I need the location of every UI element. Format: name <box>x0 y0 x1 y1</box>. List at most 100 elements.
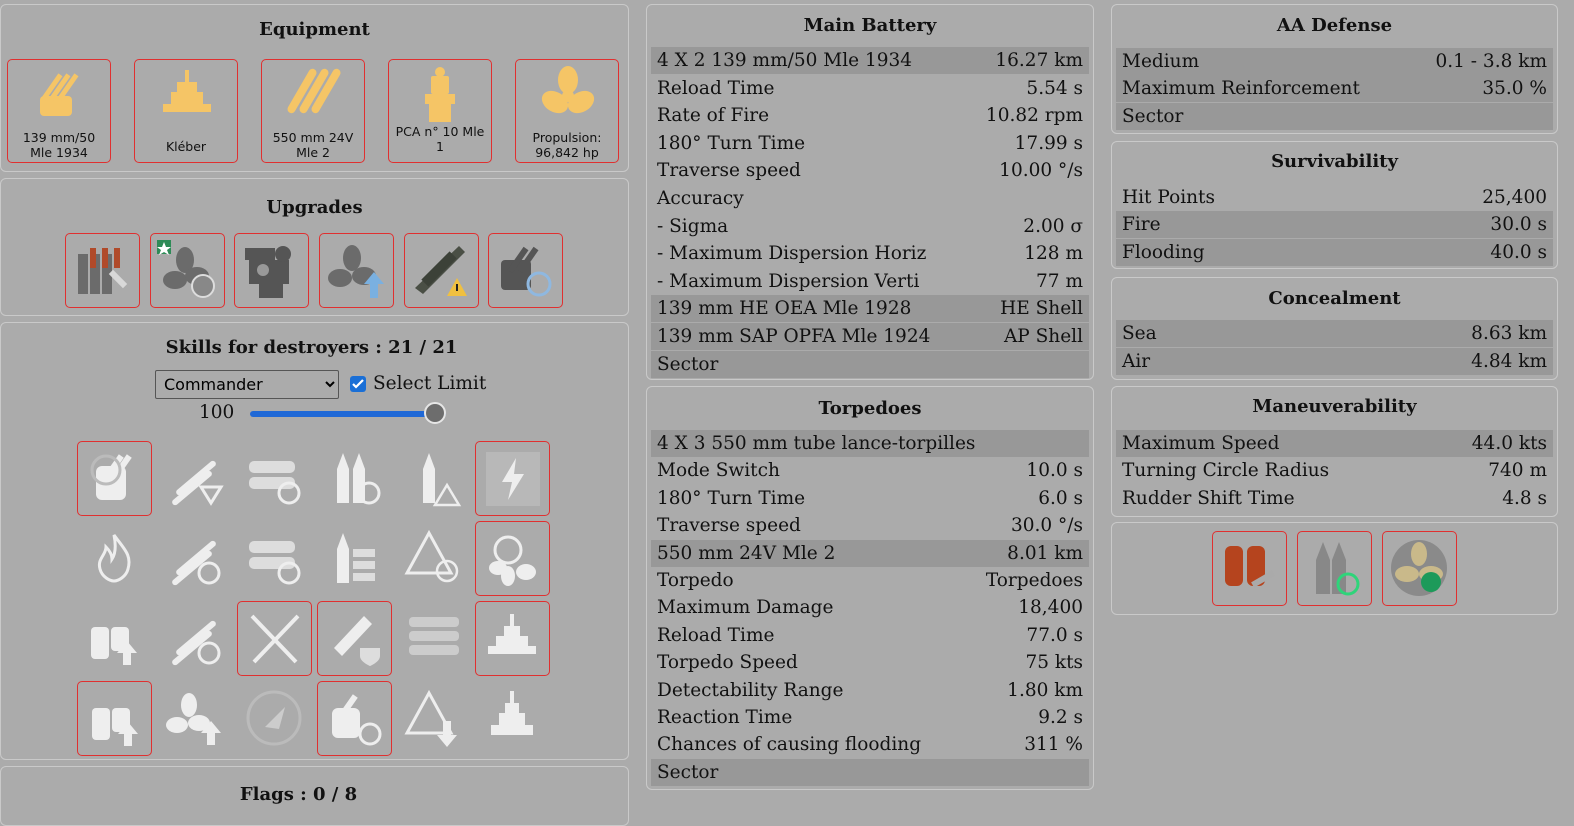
stat-value: 10.0 s <box>1026 460 1083 482</box>
skill-main-gun-reload[interactable] <box>317 681 392 756</box>
stat-value: 8.01 km <box>1007 542 1083 564</box>
equipment-turret[interactable]: 139 mm/50 Mle 1934 <box>7 59 111 163</box>
stat-label: Torpedo Speed <box>657 652 798 674</box>
stat-row: Rate of Fire 10.82 rpm <box>651 102 1089 129</box>
stat-label: Chances of causing flooding <box>657 734 922 756</box>
stat-value: 10.00 °/s <box>999 160 1083 182</box>
equipment-fire-control[interactable]: PCA n° 10 Mle 1 <box>388 59 492 163</box>
upgrade-propulsion[interactable] <box>150 233 225 308</box>
stat-row: 550 mm 24V Mle 2 8.01 km <box>651 539 1089 567</box>
skill-warning-down[interactable] <box>397 681 472 756</box>
skill-points-slider[interactable] <box>250 411 446 417</box>
skill-crossed-swords[interactable] <box>237 601 312 676</box>
equipment-propulsion[interactable]: Propulsion: 96,842 hp <box>515 59 619 163</box>
upgrade-main-armaments[interactable] <box>65 233 140 308</box>
stat-label: 180° Turn Time <box>657 487 806 509</box>
skill-fire-shield[interactable] <box>317 601 392 676</box>
stat-value: 25,400 <box>1482 187 1547 208</box>
skill-propulsion-boost[interactable] <box>157 681 232 756</box>
stat-value: 18,400 <box>1018 597 1083 619</box>
skill-radar[interactable] <box>237 681 312 756</box>
skill-torpedo-rack[interactable] <box>397 601 472 676</box>
stat-label: Reload Time <box>657 624 775 646</box>
skill-torpedo-tube-timer[interactable] <box>237 521 312 596</box>
flags-panel: Flags : 0 / 8 <box>0 766 629 826</box>
stat-row: 180° Turn Time 6.0 s <box>651 485 1089 512</box>
stat-label: Reload Time <box>657 77 775 99</box>
skill-ship-concealment[interactable] <box>475 681 550 756</box>
skill-ammo-reload[interactable] <box>317 441 392 516</box>
stat-value: 0.1 - 3.8 km <box>1435 51 1548 72</box>
stat-label: Accuracy <box>657 188 744 209</box>
smoke-reload-icon <box>1316 542 1360 596</box>
stat-label: Rudder Shift Time <box>1122 487 1295 509</box>
concealment-title: Concealment <box>1268 288 1401 309</box>
main-battery-panel: Main Battery 4 X 2 139 mm/50 Mle 1934 16.… <box>646 4 1094 380</box>
skill-torpedo-reload[interactable] <box>237 441 312 516</box>
torpedoes-panel: Torpedoes 4 X 3 550 mm tube lance-torpil… <box>646 386 1094 790</box>
commander-select[interactable]: Commander <box>155 370 339 399</box>
select-limit-checkbox[interactable] <box>350 376 366 392</box>
skill-ammo-supply[interactable] <box>317 521 392 596</box>
slider-knob[interactable] <box>424 402 446 424</box>
stat-row: Sea 8.63 km <box>1116 320 1553 347</box>
equipment-title: Equipment <box>259 19 370 40</box>
aiming-systems-mod-icon <box>245 246 291 298</box>
maneuverability-title: Maneuverability <box>1252 396 1417 417</box>
lightning-icon <box>486 452 540 506</box>
consumable-engine-boost[interactable] <box>1382 531 1457 606</box>
stat-row: Torpedo Torpedoes <box>651 567 1089 594</box>
target-warning-icon <box>404 529 459 583</box>
stat-label: Maximum Reinforcement <box>1122 78 1360 100</box>
stat-row: Detectability Range 1.80 km <box>651 677 1089 704</box>
stat-label: Sector <box>1122 105 1184 127</box>
skill-fire-prevention[interactable] <box>77 521 152 596</box>
stat-row: Sector <box>1116 102 1553 130</box>
checkmark-icon <box>352 379 364 389</box>
upgrade-aiming-systems[interactable] <box>234 233 309 308</box>
skill-helm[interactable] <box>475 521 550 596</box>
stat-label: Hit Points <box>1122 187 1215 208</box>
stat-value: 30.0 s <box>1490 214 1547 236</box>
stat-row: Sector <box>651 758 1089 786</box>
ship-front-icon <box>491 691 533 735</box>
skill-shell-warning[interactable] <box>397 441 472 516</box>
survivability-panel: Survivability Hit Points 25,400 Fire 30.0 s… <box>1111 141 1558 269</box>
upgrade-engine-boost[interactable] <box>319 233 394 308</box>
skill-torpedo-reload-boost[interactable] <box>157 601 232 676</box>
skill-torpedo-speed[interactable] <box>157 521 232 596</box>
skill-target-warning[interactable] <box>397 521 472 596</box>
stat-row: Flooding 40.0 s <box>1116 238 1553 266</box>
stat-row: Chances of causing flooding 311 % <box>651 731 1089 758</box>
fire-icon <box>97 534 131 583</box>
consumable-smoke-reload[interactable] <box>1297 531 1372 606</box>
skill-gun-feeder[interactable] <box>77 441 152 516</box>
ammo-supply-icon <box>337 533 375 583</box>
stat-row: Reaction Time 9.2 s <box>651 704 1089 731</box>
consumable-damage-control[interactable] <box>1212 531 1287 606</box>
propeller-boost-icon <box>166 693 221 745</box>
upgrade-aircraft-warning[interactable] <box>404 233 479 308</box>
equipment-torpedo-tubes[interactable]: 550 mm 24V Mle 2 <box>261 59 365 163</box>
stat-value: 35.0 % <box>1482 78 1547 100</box>
stat-label: Reaction Time <box>657 707 793 728</box>
stat-row: Mode Switch 10.0 s <box>651 457 1089 484</box>
stat-row: Maximum Reinforcement 35.0 % <box>1116 75 1553 103</box>
skill-secondary-boost[interactable] <box>77 681 152 756</box>
equipment-hull[interactable]: Kléber <box>134 59 238 163</box>
stat-row: - Sigma 2.00 σ <box>651 213 1089 240</box>
upgrade-gun-reload[interactable] <box>488 233 563 308</box>
stat-value: 44.0 kts <box>1471 433 1547 454</box>
skill-lightning[interactable] <box>475 441 550 516</box>
engine-boost-mod-icon <box>328 245 384 298</box>
main-armaments-mod-icon <box>78 248 128 294</box>
skill-secondary-upgrade[interactable] <box>77 601 152 676</box>
engine-boost-icon <box>1391 540 1447 596</box>
stat-label: Traverse speed <box>657 515 801 537</box>
skills-title: Skills for destroyers : 21 / 21 <box>165 337 458 358</box>
skill-ship-upgrade[interactable] <box>475 601 550 676</box>
stat-label: Sector <box>657 761 719 783</box>
stat-row: 139 mm SAP OPFA Mle 1924 AP Shell <box>651 323 1089 350</box>
skill-torpedo-aiming[interactable] <box>157 441 232 516</box>
stat-row: Reload Time 77.0 s <box>651 622 1089 649</box>
